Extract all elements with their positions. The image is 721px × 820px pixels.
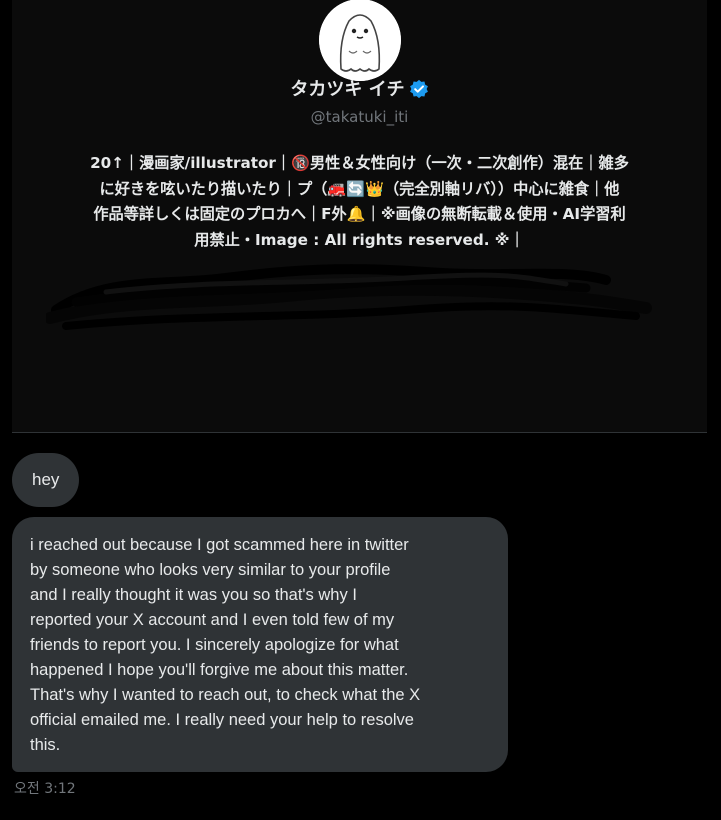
avatar[interactable] xyxy=(319,0,401,81)
divider xyxy=(12,432,707,433)
message-bubble[interactable]: i reached out because I got scammed here… xyxy=(12,517,508,772)
verified-badge-icon xyxy=(409,79,428,99)
profile-bio: 20↑｜漫画家/illustrator｜🔞男性＆女性向け（一次・二次創作）混在｜… xyxy=(28,151,691,253)
message-timestamp: 오전 3:12 xyxy=(14,781,76,797)
dm-conversation: タカツキ イチ @takatuki_iti 20↑｜漫画家/illustrato… xyxy=(0,0,721,820)
display-name[interactable]: タカツキ イチ xyxy=(290,79,404,100)
profile-handle[interactable]: @takatuki_iti xyxy=(12,108,707,126)
bio-line: 作品等詳しくは固定のプロカへ｜F外🔔｜※画像の無断転載＆使用・AI学習利 xyxy=(93,205,626,223)
bio-line: 用禁止・Image : All rights reserved. ※｜ xyxy=(194,230,525,249)
redaction-scribble xyxy=(46,264,652,330)
message-bubble[interactable]: hey xyxy=(12,453,80,507)
ghost-character-avatar-icon xyxy=(319,0,401,81)
display-name-row: タカツキ イチ xyxy=(12,77,707,103)
bio-line: 20↑｜漫画家/illustrator｜🔞男性＆女性向け（一次・二次創作）混在｜… xyxy=(90,154,629,172)
bio-line: に好きを呟いたり描いたり｜プ（🚒🔄👑（完全別軸リバ））中心に雑食｜他 xyxy=(99,179,620,198)
profile-card[interactable]: タカツキ イチ @takatuki_iti 20↑｜漫画家/illustrato… xyxy=(12,0,707,433)
